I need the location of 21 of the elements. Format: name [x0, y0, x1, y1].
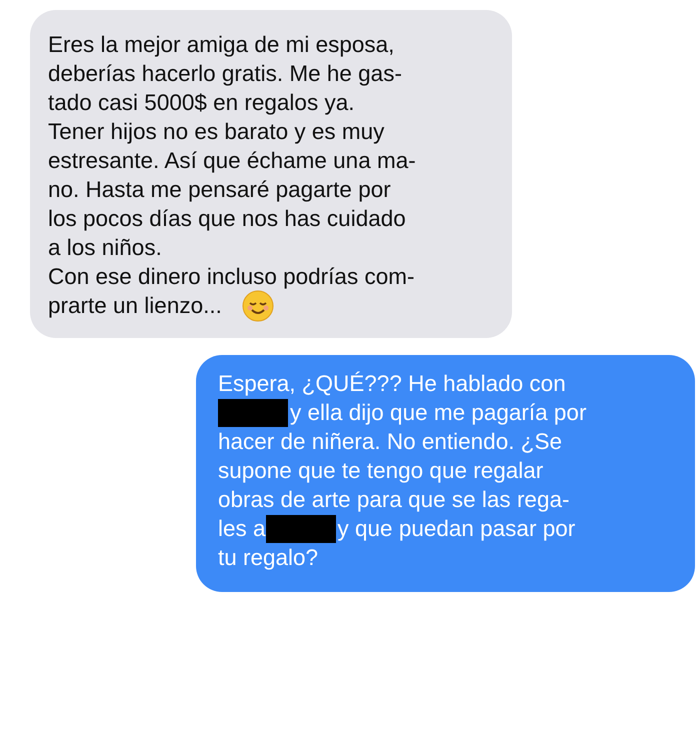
message-text: obras de arte para que se las rega-: [218, 486, 570, 512]
message-text: tu regalo?: [218, 544, 318, 570]
message-text: les a: [218, 516, 266, 542]
message-text: prarte un lienzo...: [48, 292, 222, 318]
smiley-icon: [242, 290, 274, 322]
message-text: deberías hacerlo gratis. Me he gas-: [48, 60, 402, 86]
message-text: no. Hasta me pensaré pagarte por: [48, 176, 391, 202]
message-text: y que puedan pasar por: [338, 516, 576, 542]
message-text: Con ese dinero incluso podrías com-: [48, 264, 414, 290]
message-text: Espera, ¿QUÉ??? He hablado con: [218, 370, 566, 396]
message-text: estresante. Así que échame una ma-: [48, 148, 416, 174]
redaction-bar: [218, 398, 288, 426]
redaction-bar: [266, 514, 336, 542]
message-text: Tener hijos no es barato y es muy: [48, 118, 384, 144]
message-text: supone que te tengo que regalar: [218, 458, 544, 484]
message-text: tado casi 5000$ en regalos ya.: [48, 90, 354, 116]
message-text: hacer de niñera. No entiendo. ¿Se: [218, 428, 562, 454]
message-text: y ella dijo que me pagaría por: [290, 400, 586, 426]
message-text: Eres la mejor amiga de mi esposa,: [48, 32, 394, 58]
message-text: a los niños.: [48, 234, 162, 260]
message-text: los pocos días que nos has cuidado: [48, 206, 406, 232]
